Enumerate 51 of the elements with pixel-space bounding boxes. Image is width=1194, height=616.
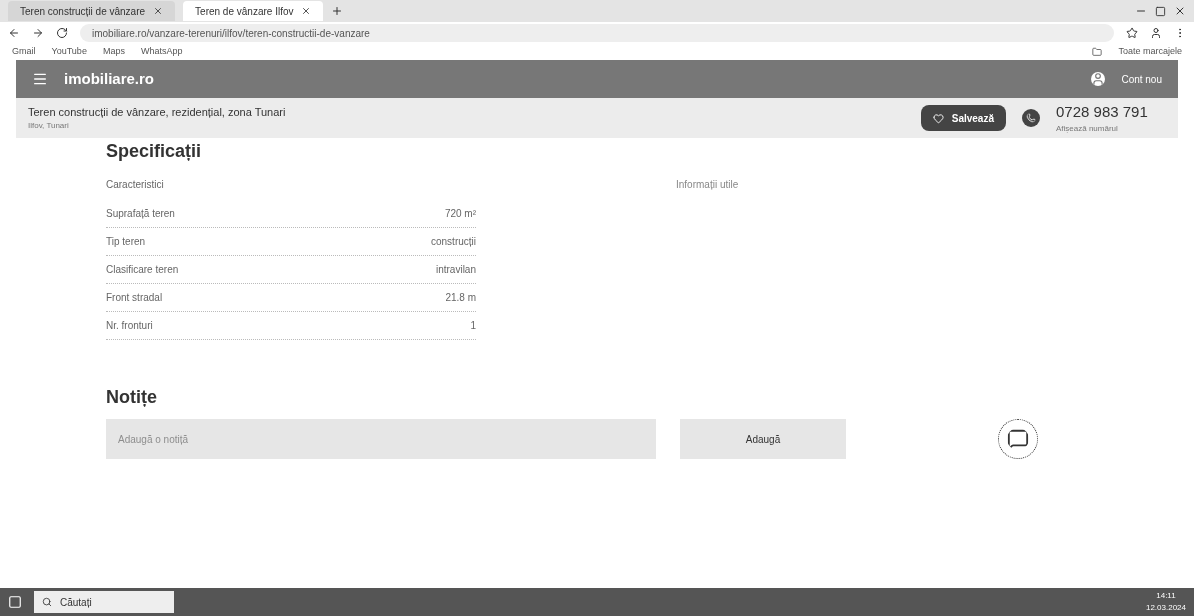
add-button[interactable]: Adaugă bbox=[680, 419, 846, 459]
section-heading: Specificații bbox=[106, 140, 203, 163]
taskbar-search[interactable]: Căutați bbox=[34, 591, 174, 613]
clock-date: 12.03.2024 bbox=[1145, 602, 1186, 614]
browser-tab[interactable]: Teren de vânzare Ilfov bbox=[183, 1, 324, 21]
spec-value: 21.8 m bbox=[445, 291, 476, 305]
browser-tab[interactable]: Teren construcții de vânzare bbox=[8, 1, 176, 21]
search-icon bbox=[42, 597, 52, 607]
phone-note: Afișează numărul bbox=[1056, 123, 1119, 136]
heart-icon bbox=[932, 112, 944, 124]
bookmark-link[interactable]: YouTube bbox=[51, 45, 87, 59]
note-input[interactable]: Adaugă o notiță bbox=[106, 419, 656, 459]
bookmark-link[interactable]: Toate marcajele bbox=[1118, 45, 1182, 59]
spec-value: 1 bbox=[470, 319, 476, 333]
spec-label: Front stradal bbox=[106, 291, 163, 305]
bookmark-link[interactable]: Maps bbox=[102, 45, 125, 59]
spec-label: Suprafață teren bbox=[106, 207, 175, 221]
group-label: Caracteristici bbox=[106, 178, 165, 192]
clock-time: 14:11 bbox=[1156, 590, 1176, 602]
account-link[interactable]: Cont nou bbox=[1121, 71, 1162, 87]
spec-label: Nr. fronturi bbox=[106, 319, 153, 333]
forward-icon[interactable] bbox=[32, 27, 44, 39]
save-button[interactable]: Salvează bbox=[920, 105, 1006, 131]
spec-label: Tip teren bbox=[106, 235, 146, 249]
close-icon[interactable] bbox=[301, 6, 312, 16]
phone-icon bbox=[1022, 109, 1040, 127]
close-icon[interactable] bbox=[1174, 5, 1186, 17]
reload-icon[interactable] bbox=[56, 27, 68, 39]
new-tab-icon[interactable] bbox=[331, 5, 344, 17]
listing-title: Teren construcții de vânzare, rezidențial, zona Tunari bbox=[28, 104, 287, 120]
address-bar[interactable]: imobiliare.ro/vanzare-terenuri/ilfov/teren-constructii-de-vanzare bbox=[80, 24, 1114, 42]
bookmark-link[interactable]: Gmail bbox=[12, 45, 36, 59]
site-logo[interactable]: imobiliare.ro bbox=[64, 67, 155, 91]
spec-value: 720 m² bbox=[444, 207, 476, 221]
start-icon[interactable] bbox=[8, 595, 22, 609]
profile-icon[interactable] bbox=[1150, 27, 1162, 39]
back-icon[interactable] bbox=[8, 27, 20, 39]
bookmark-link[interactable]: WhatsApp bbox=[140, 45, 183, 59]
menu-icon[interactable] bbox=[32, 71, 48, 87]
spec-label: Clasificare teren bbox=[106, 263, 179, 277]
spec-value: construcții bbox=[431, 235, 476, 249]
bookmark-star-icon[interactable] bbox=[1126, 27, 1138, 39]
side-note: Informații utile bbox=[676, 178, 739, 192]
phone-number[interactable]: 0728 983 791 bbox=[1056, 100, 1166, 124]
listing-location: Ilfov, Tunari bbox=[28, 120, 70, 133]
avatar-icon bbox=[1091, 72, 1106, 86]
folder-icon bbox=[1092, 47, 1103, 57]
spec-value: intravilan bbox=[435, 263, 476, 277]
close-icon[interactable] bbox=[153, 6, 164, 16]
section-heading: Notițe bbox=[106, 386, 158, 409]
maximize-icon[interactable] bbox=[1155, 5, 1166, 17]
